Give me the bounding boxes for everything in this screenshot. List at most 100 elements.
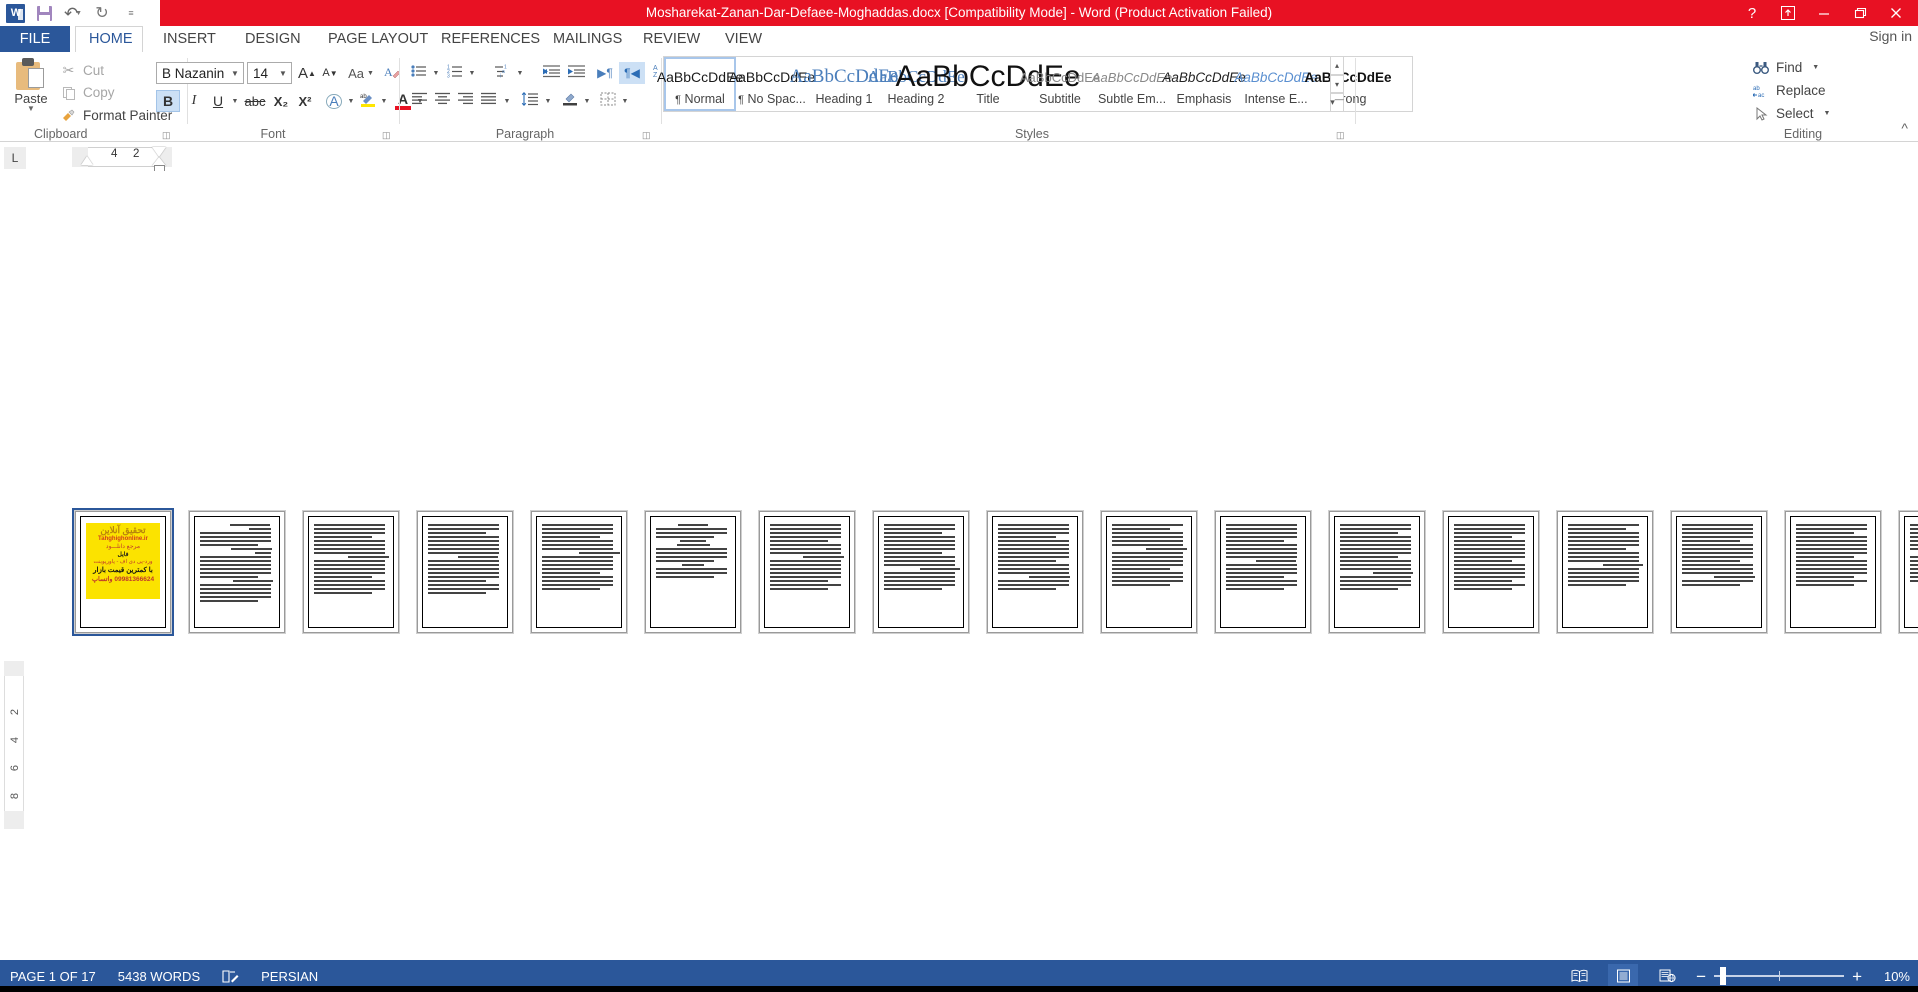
cut-button[interactable]: ✂ Cut xyxy=(60,62,104,79)
bullets-dropdown[interactable]: ▼ xyxy=(430,62,442,84)
font-dialog-launcher[interactable]: ◫ xyxy=(382,130,392,140)
page-thumbnail-11[interactable] xyxy=(1215,511,1311,633)
select-button[interactable]: Select ▼ xyxy=(1752,106,1830,121)
style-strong[interactable]: AaBbCcDdEe Strong xyxy=(1304,57,1391,111)
page-thumbnail-2[interactable] xyxy=(189,511,285,633)
language-indicator[interactable]: PERSIAN xyxy=(261,969,318,984)
page-thumbnail-3[interactable] xyxy=(303,511,399,633)
bold-button[interactable]: B xyxy=(156,90,180,112)
style-title[interactable]: AaBbCcDdEe Title xyxy=(895,57,1080,111)
tab-stop-selector[interactable]: L xyxy=(4,147,26,169)
tab-mailings[interactable]: MAILINGS xyxy=(540,26,635,52)
align-center-button[interactable] xyxy=(431,90,455,112)
numbering-dropdown[interactable]: ▼ xyxy=(466,62,478,84)
restore-icon[interactable] xyxy=(1842,0,1878,26)
multilevel-list-button[interactable]: 1ai xyxy=(492,62,514,84)
copy-button[interactable]: Copy xyxy=(60,85,115,100)
page-thumbnail-12[interactable] xyxy=(1329,511,1425,633)
strikethrough-button[interactable]: abc xyxy=(242,90,268,112)
style-intense-emphasis[interactable]: AaBbCcDdEe Intense E... xyxy=(1234,57,1317,111)
close-icon[interactable] xyxy=(1878,0,1914,26)
page-thumbnail-17[interactable] xyxy=(1899,511,1918,633)
style-subtle-emphasis[interactable]: AaBbCcDdEe Subtle Em... xyxy=(1092,57,1172,111)
sign-in-link[interactable]: Sign in xyxy=(1869,28,1912,44)
tab-home[interactable]: HOME xyxy=(75,26,143,52)
style-normal[interactable]: AaBbCcDdEe ¶ Normal xyxy=(657,57,743,111)
subscript-button[interactable]: X₂ xyxy=(269,90,293,112)
highlight-dropdown[interactable]: ▼ xyxy=(378,90,390,112)
change-case-button[interactable]: Aa ▼ xyxy=(344,62,378,84)
underline-button[interactable]: U xyxy=(206,90,230,112)
page-thumbnail-10[interactable] xyxy=(1101,511,1197,633)
read-mode-icon[interactable] xyxy=(1564,964,1594,988)
text-effects-button[interactable]: A xyxy=(323,90,345,112)
styles-scroll-up[interactable]: ▴ xyxy=(1330,56,1344,75)
italic-button[interactable]: I xyxy=(182,90,206,112)
styles-dialog-launcher[interactable]: ◫ xyxy=(1336,130,1346,140)
proofing-errors-icon[interactable] xyxy=(222,969,239,984)
replace-button[interactable]: ab ac Replace xyxy=(1752,83,1826,98)
styles-more-button[interactable]: ▾ ― xyxy=(1330,93,1344,113)
borders-dropdown[interactable]: ▼ xyxy=(619,90,631,112)
styles-scroll-down[interactable]: ▾ xyxy=(1330,74,1344,94)
multilevel-list-dropdown[interactable]: ▼ xyxy=(514,62,526,84)
document-canvas[interactable]: 2 4 6 8 تحقیق آنلاین Tahghighonline.ir م… xyxy=(0,171,1918,960)
page-thumbnail-5[interactable] xyxy=(531,511,627,633)
shading-button[interactable] xyxy=(558,90,582,112)
page-thumbnail-9[interactable] xyxy=(987,511,1083,633)
align-right-button[interactable] xyxy=(454,90,478,112)
styles-gallery[interactable]: AaBbCcDdEe ¶ Normal AaBbCcDdEe ¶ No Spac… xyxy=(657,56,1413,112)
grow-font-button[interactable]: A ▲ xyxy=(296,62,318,84)
align-left-button[interactable] xyxy=(408,90,432,112)
font-family-combobox[interactable]: B Nazanin ▼ xyxy=(156,62,244,84)
chevron-down-icon[interactable]: ▼ xyxy=(1824,110,1831,117)
tab-references[interactable]: REFERENCES xyxy=(428,26,553,52)
tab-view[interactable]: VIEW xyxy=(712,26,775,52)
tab-page-layout[interactable]: PAGE LAYOUT xyxy=(315,26,441,52)
page-thumbnail-4[interactable] xyxy=(417,511,513,633)
font-size-combobox[interactable]: 14 ▼ xyxy=(247,62,292,84)
page-thumbnail-16[interactable] xyxy=(1785,511,1881,633)
page-thumbnail-15[interactable] xyxy=(1671,511,1767,633)
justify-dropdown[interactable]: ▼ xyxy=(501,90,513,112)
ltr-text-direction-button[interactable]: ▶¶ xyxy=(592,62,618,84)
page-thumbnails[interactable]: تحقیق آنلاین Tahghighonline.ir مرجع دانل… xyxy=(72,508,1918,636)
first-line-indent-marker[interactable] xyxy=(81,156,93,165)
chevron-down-icon[interactable]: ▼ xyxy=(1812,64,1819,71)
paste-button[interactable]: Paste ▼ xyxy=(8,58,54,120)
style-subtitle[interactable]: AaBbCcDdEe Subtitle xyxy=(1020,57,1100,111)
line-spacing-button[interactable] xyxy=(518,90,542,112)
styles-scroll-controls[interactable]: ▴ ▾ ▾ ― xyxy=(1330,56,1344,113)
chevron-down-icon[interactable]: ▼ xyxy=(275,69,291,78)
increase-indent-button[interactable] xyxy=(565,62,589,84)
ribbon-display-options-icon[interactable] xyxy=(1770,0,1806,26)
zoom-track[interactable] xyxy=(1714,967,1845,985)
rtl-text-direction-button[interactable]: ¶◀ xyxy=(619,62,645,84)
tab-review[interactable]: REVIEW xyxy=(630,26,713,52)
justify-button[interactable] xyxy=(477,90,501,112)
tab-design[interactable]: DESIGN xyxy=(232,26,314,52)
find-button[interactable]: Find ▼ xyxy=(1752,60,1819,75)
hanging-indent-marker[interactable] xyxy=(152,147,166,157)
text-effects-dropdown[interactable]: ▼ xyxy=(345,90,357,112)
page-thumbnail-7[interactable] xyxy=(759,511,855,633)
minimize-icon[interactable] xyxy=(1806,0,1842,26)
web-layout-icon[interactable] xyxy=(1652,964,1682,988)
zoom-out-button[interactable]: − xyxy=(1696,968,1706,985)
paragraph-dialog-launcher[interactable]: ◫ xyxy=(642,130,652,140)
vertical-ruler[interactable]: 2 4 6 8 xyxy=(4,676,24,816)
collapse-ribbon-icon[interactable]: ^ xyxy=(1901,120,1908,136)
chevron-down-icon[interactable]: ▼ xyxy=(227,69,243,78)
page-thumbnail-14[interactable] xyxy=(1557,511,1653,633)
tab-insert[interactable]: INSERT xyxy=(150,26,229,52)
page-indicator[interactable]: PAGE 1 OF 17 xyxy=(10,969,96,984)
page-thumbnail-8[interactable] xyxy=(873,511,969,633)
page-thumbnail-1[interactable]: تحقیق آنلاین Tahghighonline.ir مرجع دانل… xyxy=(72,508,174,636)
numbering-button[interactable]: 123 xyxy=(444,62,466,84)
bullets-button[interactable] xyxy=(408,62,430,84)
superscript-button[interactable]: X² xyxy=(293,90,317,112)
help-icon[interactable]: ? xyxy=(1734,0,1770,26)
borders-button[interactable] xyxy=(596,90,620,112)
shrink-font-button[interactable]: A ▼ xyxy=(319,62,341,84)
horizontal-ruler[interactable]: L 4 2 xyxy=(0,143,1918,174)
